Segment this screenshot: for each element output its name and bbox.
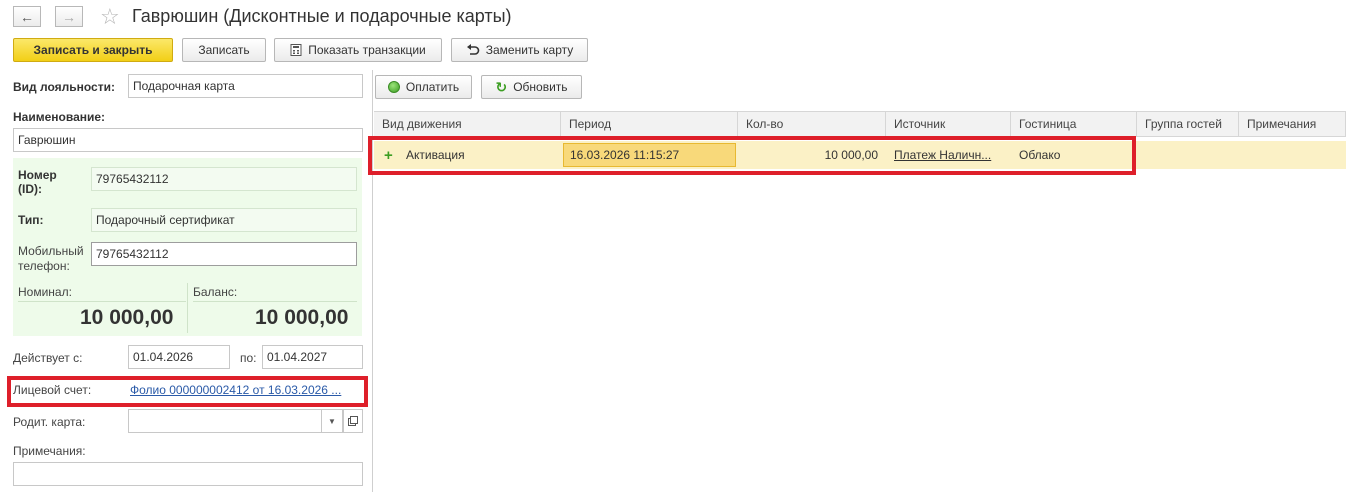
arrow-right-icon: → xyxy=(62,8,76,25)
highlight-row xyxy=(368,136,1136,175)
refresh-button[interactable]: ↻ Обновить xyxy=(481,75,582,99)
type-field: Подарочный сертификат xyxy=(91,208,357,232)
show-transactions-label: Показать транзакции xyxy=(308,43,426,57)
save-label: Записать xyxy=(198,43,250,57)
name-label: Наименование: xyxy=(13,110,106,124)
refresh-icon: ↻ xyxy=(495,78,508,95)
save-button[interactable]: Записать xyxy=(182,38,266,62)
panel-divider xyxy=(372,70,373,492)
valid-to-label-text: по: xyxy=(240,351,257,365)
valid-from-label: Действует с: xyxy=(13,351,83,365)
balance-value: 10 000,00 xyxy=(255,306,349,329)
refresh-label: Обновить xyxy=(513,80,568,94)
nominal-label: Номинал: xyxy=(18,285,72,299)
dropdown-icon[interactable]: ▼ xyxy=(321,409,343,433)
account-label: Лицевой счет: xyxy=(13,383,92,397)
column-header-hotel[interactable]: Гостиница xyxy=(1011,111,1137,137)
open-card-button[interactable] xyxy=(343,409,363,433)
replace-card-button[interactable]: Заменить карту xyxy=(451,38,588,62)
show-transactions-button[interactable]: Показать транзакции xyxy=(274,38,442,62)
notes-label: Примечания: xyxy=(13,444,86,458)
parent-card-label: Родит. карта: xyxy=(13,415,86,429)
column-header-qty[interactable]: Кол-во xyxy=(738,111,886,137)
valid-from-field[interactable]: 01.04.2026 xyxy=(128,345,230,369)
panel-separator xyxy=(187,283,188,333)
balance-divider xyxy=(193,301,357,302)
column-header-period[interactable]: Период xyxy=(561,111,738,137)
name-field[interactable]: Гаврюшин xyxy=(13,128,363,152)
parent-card-field[interactable] xyxy=(128,409,343,433)
star-icon[interactable]: ☆ xyxy=(100,4,120,30)
column-header-guest-group[interactable]: Группа гостей xyxy=(1137,111,1239,137)
column-header-notes[interactable]: Примечания xyxy=(1239,111,1346,137)
number-label: Номер (ID): xyxy=(18,168,57,196)
loyalty-type-field[interactable]: Подарочная карта xyxy=(128,74,363,98)
save-and-close-button[interactable]: Записать и закрыть xyxy=(13,38,173,62)
account-link[interactable]: Фолио 000000002412 от 16.03.2026 ... xyxy=(130,383,341,397)
replace-card-label: Заменить карту xyxy=(485,43,574,57)
green-circle-icon xyxy=(387,81,400,93)
page-title: Гаврюшин (Дисконтные и подарочные карты) xyxy=(132,6,512,26)
notes-field[interactable] xyxy=(13,462,363,486)
save-and-close-label: Записать и закрыть xyxy=(33,43,153,57)
phone-label: Мобильный телефон: xyxy=(18,244,84,273)
nominal-value: 10 000,00 xyxy=(80,306,174,329)
number-field: 79765432112 xyxy=(91,167,357,191)
nominal-divider xyxy=(18,301,186,302)
loyalty-type-label: Вид лояльности: xyxy=(13,80,115,94)
type-label: Тип: xyxy=(18,213,44,227)
valid-to-field[interactable]: 01.04.2027 xyxy=(262,345,363,369)
pay-button[interactable]: Оплатить xyxy=(375,75,472,99)
forward-button[interactable]: → xyxy=(55,6,83,27)
arrow-left-icon: ← xyxy=(20,8,34,25)
column-header-movement[interactable]: Вид движения xyxy=(374,111,561,137)
pay-label: Оплатить xyxy=(405,80,460,94)
phone-field[interactable]: 79765432112 xyxy=(91,242,357,266)
column-header-source[interactable]: Источник xyxy=(886,111,1011,137)
back-button[interactable]: ← xyxy=(13,6,41,27)
calculator-icon xyxy=(290,44,302,56)
balance-label: Баланс: xyxy=(193,285,238,299)
open-window-icon xyxy=(348,416,358,426)
undo-icon xyxy=(466,44,480,55)
